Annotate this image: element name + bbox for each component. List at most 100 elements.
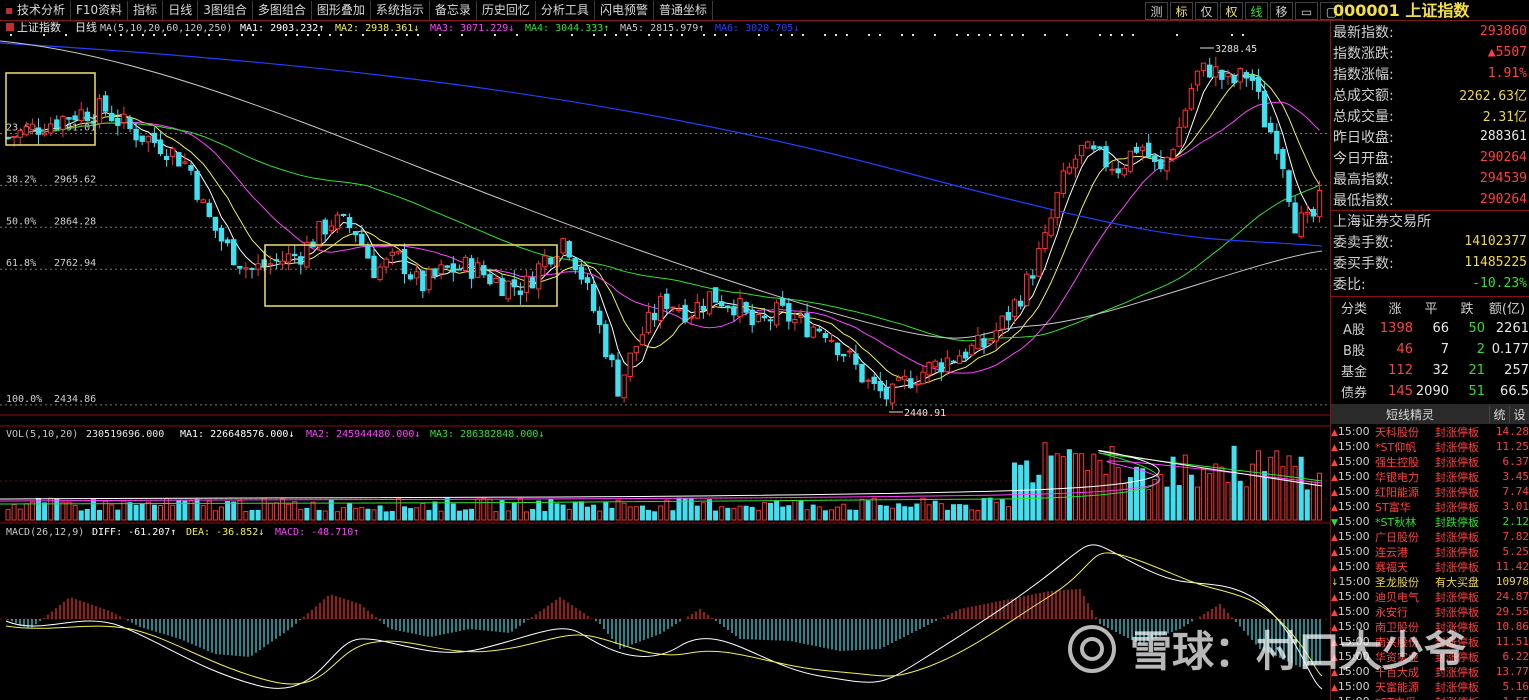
sprite-row[interactable]: ▲15:00 赛福天 封涨停板 11.42 [1331, 559, 1529, 574]
sprite-settings-button[interactable]: 设 [1509, 405, 1529, 423]
sprite-row[interactable]: ▲15:00 ST富华 封涨停板 3.01 [1331, 499, 1529, 514]
sprite-time: 15:00 [1337, 590, 1370, 603]
candle-body [914, 383, 920, 386]
line-button[interactable]: 线 [1245, 1, 1268, 20]
sprite-value: 14.28 [1495, 425, 1529, 438]
menu-system-indicator[interactable]: 系统指示 [371, 0, 430, 20]
menu-daily[interactable]: 日线 [163, 0, 199, 20]
sprite-row[interactable]: ▲15:00 天富能源 封涨停板 5.16 [1331, 679, 1529, 694]
volume-bar [883, 505, 889, 521]
candle-body [688, 316, 694, 319]
candle-body [468, 258, 475, 279]
sprite-time: 15:00 [1337, 470, 1370, 483]
quote-label: 指数涨跌: [1333, 45, 1394, 62]
only-button[interactable]: 仅 [1195, 1, 1218, 20]
volume-bar [908, 506, 914, 521]
volume-bar [554, 503, 560, 521]
quote-label: 总成交额: [1333, 87, 1394, 104]
candle-body [560, 238, 566, 254]
quote-value: 288361 [1480, 129, 1527, 144]
event-dot [626, 34, 628, 36]
volume-bar [938, 503, 944, 521]
stock-icon [6, 23, 14, 31]
menu-f10[interactable]: F10资料 [71, 0, 129, 20]
mark-button[interactable]: 标 [1170, 1, 1193, 20]
arrow-up-icon: ▲ [1331, 548, 1338, 558]
sprite-list[interactable]: ▲15:00 天科股份 封涨停板 14.28 ▲15:00 *ST仰帆 封涨停板 11.25 ▲… [1331, 424, 1529, 700]
menu-memo[interactable]: 备忘录 [430, 0, 477, 20]
sprite-row[interactable]: ▲15:00 永安行 封涨停板 29.55 [1331, 604, 1529, 619]
quote-label: 最高指数: [1333, 171, 1394, 188]
menu-history[interactable]: 历史回忆 [477, 0, 536, 20]
sprite-row[interactable]: ▲15:00*ST中孚封涨停板1.55 [1331, 694, 1529, 700]
rights-button[interactable]: 权 [1220, 1, 1243, 20]
sprite-time: 15:00 [1337, 545, 1370, 558]
sprite-stock-name: 连云港 [1375, 545, 1408, 559]
market-breadth-table: 分类 涨 平 跌 额(亿) A股 1398 66 50 2261 B股 46 7 2 0.177 基… [1331, 296, 1529, 402]
menu-analysis-tools[interactable]: 分析工具 [536, 0, 595, 20]
sprite-stock-name: 千百大成 [1375, 665, 1419, 679]
candle-body [987, 339, 993, 345]
volume-bar [670, 510, 676, 521]
volume-bar [341, 507, 346, 521]
volume-bar [957, 504, 963, 521]
volume-bar [1134, 466, 1139, 521]
breadth-flat: 2090 [1415, 384, 1449, 399]
legend-ma-label: MA(5,10,20,60,120,250) [100, 23, 232, 34]
volume-bar [572, 501, 578, 521]
arrow-up-icon: ▲ [1331, 533, 1338, 543]
menu-normal-coord[interactable]: 普通坐标 [654, 0, 713, 20]
sprite-row[interactable]: ▲15:00 千百大成 封涨停板 13.77 [1331, 664, 1529, 679]
volume-bar [72, 504, 78, 521]
candle-body [1188, 88, 1195, 110]
fib-percent: 61.8% [6, 258, 36, 269]
candle-body [273, 259, 280, 262]
sprite-row[interactable]: ▲15:00 华银电力 封涨停板 3.45 [1331, 469, 1529, 484]
chart-area[interactable]: 23.6% 3091.0138.2% 2965.6250.0% 2864.2861.8… [0, 21, 1330, 700]
sprite-row[interactable]: ▲15:00 广日股份 封涨停板 7.82 [1331, 529, 1529, 544]
measure-button[interactable]: 测 [1145, 1, 1168, 20]
sprite-row[interactable]: ▲15:00 连云港 封涨停板 5.25 [1331, 544, 1529, 559]
sprite-stock-name: 永安行 [1375, 605, 1408, 619]
candle-body [133, 128, 139, 141]
volume-bar [1280, 466, 1286, 521]
candle-body [719, 301, 725, 307]
sprite-row[interactable]: ▲15:00 强生控股 封涨停板 6.37 [1331, 454, 1529, 469]
sprite-row[interactable]: ▲15:00 南卫股份 封涨停板 10.86 [1331, 619, 1529, 634]
arrow-up-icon: ▲ [1331, 683, 1338, 693]
menu-multi-chart[interactable]: 多图组合 [253, 0, 312, 20]
move-button[interactable]: 移 [1270, 1, 1293, 20]
volume-bar [768, 502, 773, 521]
stock-title: 000001 上证指数 [1333, 1, 1470, 20]
window-icon[interactable]: ▭ [1295, 1, 1318, 20]
sprite-event: 封涨停板 [1435, 485, 1479, 499]
candle-body [1139, 146, 1146, 151]
sprite-row[interactable]: ▲15:00 华资实业 封涨停板 6.22 [1331, 649, 1529, 664]
volume-bar [896, 503, 902, 521]
volume-bar [1005, 506, 1011, 521]
menu-3-chart[interactable]: 3图组合 [198, 0, 253, 20]
sprite-row[interactable]: ▲15:00 *ST仰帆 封涨停板 11.25 [1331, 439, 1529, 454]
menu-overlay[interactable]: 图形叠加 [312, 0, 371, 20]
volume-bar [109, 504, 115, 521]
breadth-cat: A股 [1343, 323, 1365, 338]
menu-tech-analysis[interactable]: ▪ 技术分析 [0, 0, 71, 20]
event-dot [439, 34, 441, 36]
sprite-row[interactable]: ▲15:00 天科股份 封涨停板 14.28 [1331, 424, 1529, 439]
sprite-stock-name: 红阳能源 [1375, 485, 1419, 499]
quote-list: 最新指数: 293860 指数涨跌: ▲5507 指数涨幅: 1.91% 总成交额: 2262… [1331, 21, 1529, 210]
volume-bar [1042, 442, 1048, 521]
quote-value: 2.31亿 [1482, 110, 1527, 125]
sprite-row[interactable]: ▲15:00 红阳能源 封涨停板 7.74 [1331, 484, 1529, 499]
volume-bar [804, 509, 810, 521]
sprite-stats-button[interactable]: 统 [1489, 405, 1509, 423]
sprite-time: 15:00 [1337, 680, 1370, 693]
sprite-row[interactable]: ↓15:00 圣龙股份 有大买盘 10978 [1331, 574, 1529, 589]
sprite-row[interactable]: ▲15:00 迪贝电气 封涨停板 24.87 [1331, 589, 1529, 604]
menu-indicator[interactable]: 指标 [128, 0, 164, 20]
sprite-row[interactable]: ▼15:00 *ST秋林 封跌停板 2.12 [1331, 514, 1529, 529]
sprite-row[interactable]: ▲15:00 南兴股份 封涨停板 11.51 [1331, 634, 1529, 649]
candle-body [298, 256, 304, 265]
candle-body [1316, 189, 1323, 218]
menu-flash-alert[interactable]: 闪电预警 [595, 0, 654, 20]
